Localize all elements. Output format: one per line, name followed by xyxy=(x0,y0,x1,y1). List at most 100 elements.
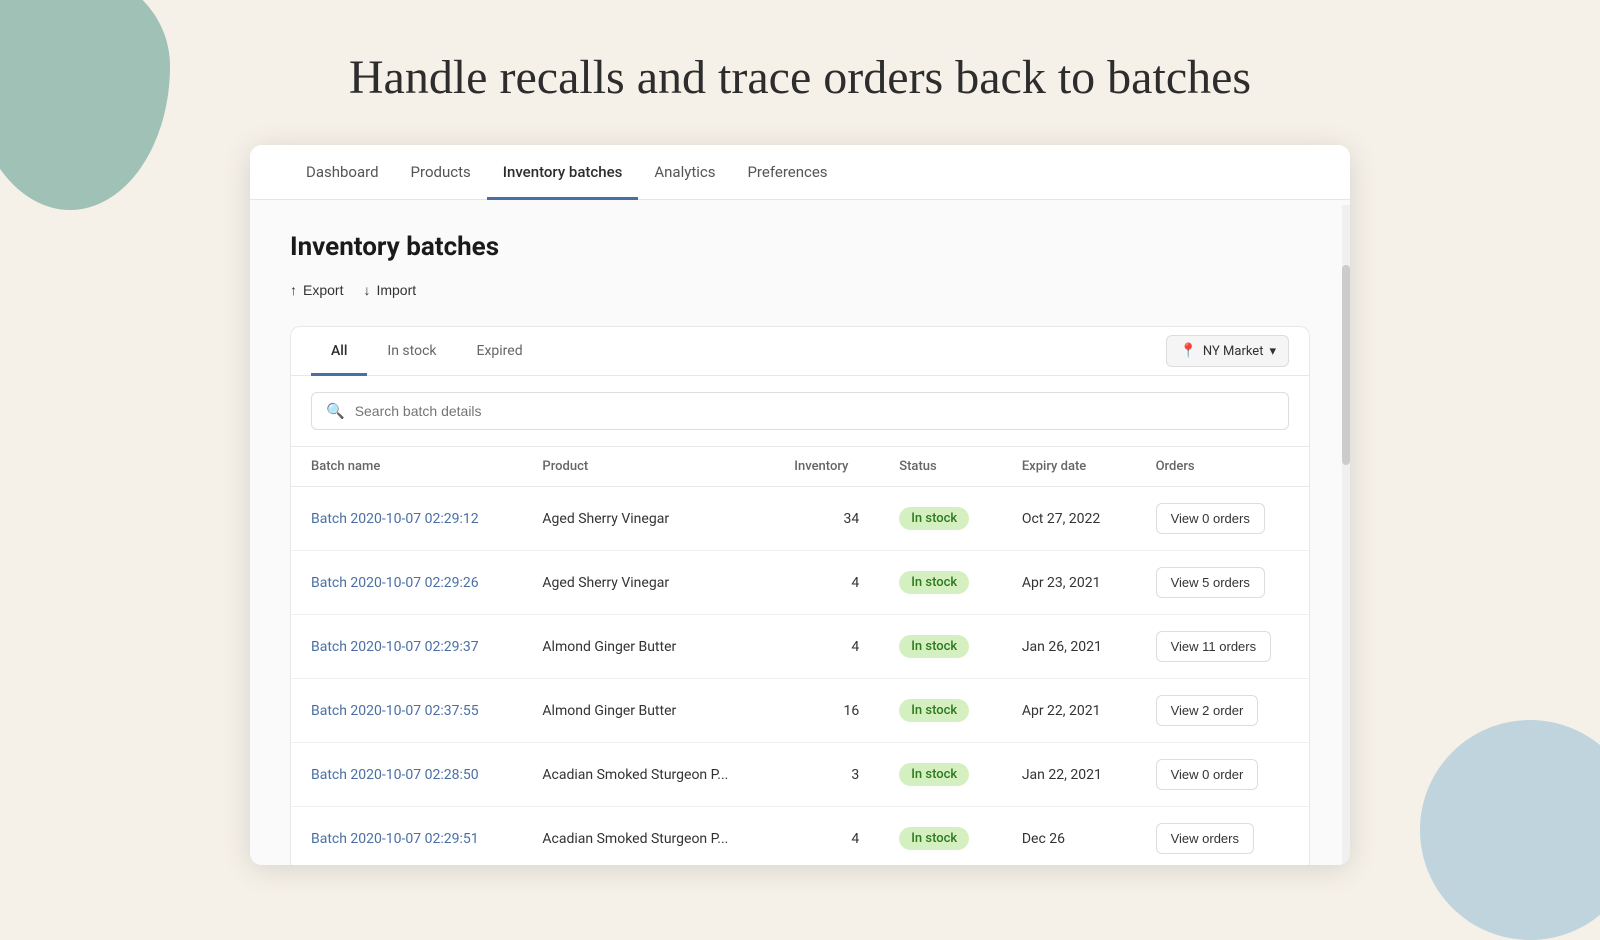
batch-name-cell: Batch 2020-10-07 02:29:51 xyxy=(291,807,522,866)
batch-link[interactable]: Batch 2020-10-07 02:28:50 xyxy=(311,767,479,783)
col-header-product: Product xyxy=(522,447,774,487)
col-header-batch-name: Batch name xyxy=(291,447,522,487)
batch-link[interactable]: Batch 2020-10-07 02:29:12 xyxy=(311,511,479,527)
export-icon: ↑ xyxy=(290,282,297,298)
import-button[interactable]: ↓ Import xyxy=(363,278,416,302)
orders-cell: View 0 orders xyxy=(1136,487,1309,551)
batch-link[interactable]: Batch 2020-10-07 02:29:51 xyxy=(311,831,479,847)
product-cell: Almond Ginger Butter xyxy=(522,679,774,743)
hero-title: Handle recalls and trace orders back to … xyxy=(0,50,1600,105)
col-header-status: Status xyxy=(879,447,1002,487)
status-cell: In stock xyxy=(879,807,1002,866)
nav-item-preferences[interactable]: Preferences xyxy=(731,145,843,200)
view-orders-button[interactable]: View 5 orders xyxy=(1156,567,1265,598)
view-orders-button[interactable]: View 0 order xyxy=(1156,759,1259,790)
table-header-row: Batch name Product Inventory Status Expi… xyxy=(291,447,1309,487)
filter-tabs-row: All In stock Expired 📍 NY Market ▾ xyxy=(291,327,1309,376)
main-content: Inventory batches ↑ Export ↓ Import All xyxy=(250,200,1350,865)
page-heading: Inventory batches xyxy=(290,232,1310,262)
chevron-down-icon: ▾ xyxy=(1269,344,1276,359)
status-cell: In stock xyxy=(879,679,1002,743)
status-cell: In stock xyxy=(879,743,1002,807)
table-card: All In stock Expired 📍 NY Market ▾ 🔍 xyxy=(290,326,1310,865)
expiry-date-cell: Apr 22, 2021 xyxy=(1002,679,1136,743)
inventory-cell: 4 xyxy=(774,551,879,615)
status-badge: In stock xyxy=(899,763,969,786)
orders-cell: View 5 orders xyxy=(1136,551,1309,615)
status-badge: In stock xyxy=(899,635,969,658)
status-badge: In stock xyxy=(899,699,969,722)
inventory-cell: 4 xyxy=(774,807,879,866)
batch-name-cell: Batch 2020-10-07 02:29:26 xyxy=(291,551,522,615)
expiry-date-cell: Jan 26, 2021 xyxy=(1002,615,1136,679)
import-label: Import xyxy=(376,282,416,298)
product-cell: Aged Sherry Vinegar xyxy=(522,551,774,615)
batch-link[interactable]: Batch 2020-10-07 02:37:55 xyxy=(311,703,479,719)
search-input[interactable] xyxy=(355,403,1274,419)
batch-name-cell: Batch 2020-10-07 02:29:12 xyxy=(291,487,522,551)
col-header-inventory: Inventory xyxy=(774,447,879,487)
inventory-cell: 4 xyxy=(774,615,879,679)
status-badge: In stock xyxy=(899,507,969,530)
inventory-cell: 16 xyxy=(774,679,879,743)
search-input-wrap: 🔍 xyxy=(311,392,1289,430)
search-container: 🔍 xyxy=(291,376,1309,447)
table-row: Batch 2020-10-07 02:37:55 Almond Ginger … xyxy=(291,679,1309,743)
orders-cell: View 11 orders xyxy=(1136,615,1309,679)
tab-expired[interactable]: Expired xyxy=(457,327,543,376)
product-cell: Aged Sherry Vinegar xyxy=(522,487,774,551)
batch-link[interactable]: Batch 2020-10-07 02:29:26 xyxy=(311,575,479,591)
expiry-date-cell: Apr 23, 2021 xyxy=(1002,551,1136,615)
table-row: Batch 2020-10-07 02:29:12 Aged Sherry Vi… xyxy=(291,487,1309,551)
view-orders-button[interactable]: View 2 order xyxy=(1156,695,1259,726)
inventory-cell: 3 xyxy=(774,743,879,807)
data-table: Batch name Product Inventory Status Expi… xyxy=(291,447,1309,865)
nav-item-inventory-batches[interactable]: Inventory batches xyxy=(487,145,639,200)
status-badge: In stock xyxy=(899,571,969,594)
expiry-date-cell: Jan 22, 2021 xyxy=(1002,743,1136,807)
tab-in-stock[interactable]: In stock xyxy=(367,327,456,376)
scrollbar-thumb[interactable] xyxy=(1342,265,1350,465)
view-orders-button[interactable]: View 0 orders xyxy=(1156,503,1265,534)
nav-item-dashboard[interactable]: Dashboard xyxy=(290,145,395,200)
expiry-date-cell: Oct 27, 2022 xyxy=(1002,487,1136,551)
batch-name-cell: Batch 2020-10-07 02:28:50 xyxy=(291,743,522,807)
nav-bar: Dashboard Products Inventory batches Ana… xyxy=(250,145,1350,200)
inventory-cell: 34 xyxy=(774,487,879,551)
tab-all[interactable]: All xyxy=(311,327,367,376)
search-icon: 🔍 xyxy=(326,402,345,420)
table-row: Batch 2020-10-07 02:29:51 Acadian Smoked… xyxy=(291,807,1309,866)
status-cell: In stock xyxy=(879,551,1002,615)
product-cell: Almond Ginger Butter xyxy=(522,615,774,679)
import-icon: ↓ xyxy=(363,282,370,298)
product-cell: Acadian Smoked Sturgeon P... xyxy=(522,807,774,866)
product-cell: Acadian Smoked Sturgeon P... xyxy=(522,743,774,807)
export-button[interactable]: ↑ Export xyxy=(290,278,343,302)
nav-item-products[interactable]: Products xyxy=(395,145,487,200)
col-header-orders: Orders xyxy=(1136,447,1309,487)
export-label: Export xyxy=(303,282,343,298)
status-cell: In stock xyxy=(879,487,1002,551)
view-orders-button[interactable]: View orders xyxy=(1156,823,1254,854)
orders-cell: View 2 order xyxy=(1136,679,1309,743)
status-cell: In stock xyxy=(879,615,1002,679)
orders-cell: View 0 order xyxy=(1136,743,1309,807)
app-window: Dashboard Products Inventory batches Ana… xyxy=(250,145,1350,865)
scrollbar-track[interactable] xyxy=(1342,205,1350,865)
batch-name-cell: Batch 2020-10-07 02:29:37 xyxy=(291,615,522,679)
batch-name-cell: Batch 2020-10-07 02:37:55 xyxy=(291,679,522,743)
table-row: Batch 2020-10-07 02:28:50 Acadian Smoked… xyxy=(291,743,1309,807)
location-label: NY Market xyxy=(1203,344,1264,359)
batch-link[interactable]: Batch 2020-10-07 02:29:37 xyxy=(311,639,479,655)
orders-cell: View orders xyxy=(1136,807,1309,866)
table-row: Batch 2020-10-07 02:29:26 Aged Sherry Vi… xyxy=(291,551,1309,615)
location-selector[interactable]: 📍 NY Market ▾ xyxy=(1166,335,1289,367)
action-bar: ↑ Export ↓ Import xyxy=(290,278,1310,302)
table-row: Batch 2020-10-07 02:29:37 Almond Ginger … xyxy=(291,615,1309,679)
nav-item-analytics[interactable]: Analytics xyxy=(638,145,731,200)
view-orders-button[interactable]: View 11 orders xyxy=(1156,631,1272,662)
tabs-left: All In stock Expired xyxy=(311,327,543,375)
status-badge: In stock xyxy=(899,827,969,850)
col-header-expiry-date: Expiry date xyxy=(1002,447,1136,487)
location-icon: 📍 xyxy=(1179,343,1196,359)
